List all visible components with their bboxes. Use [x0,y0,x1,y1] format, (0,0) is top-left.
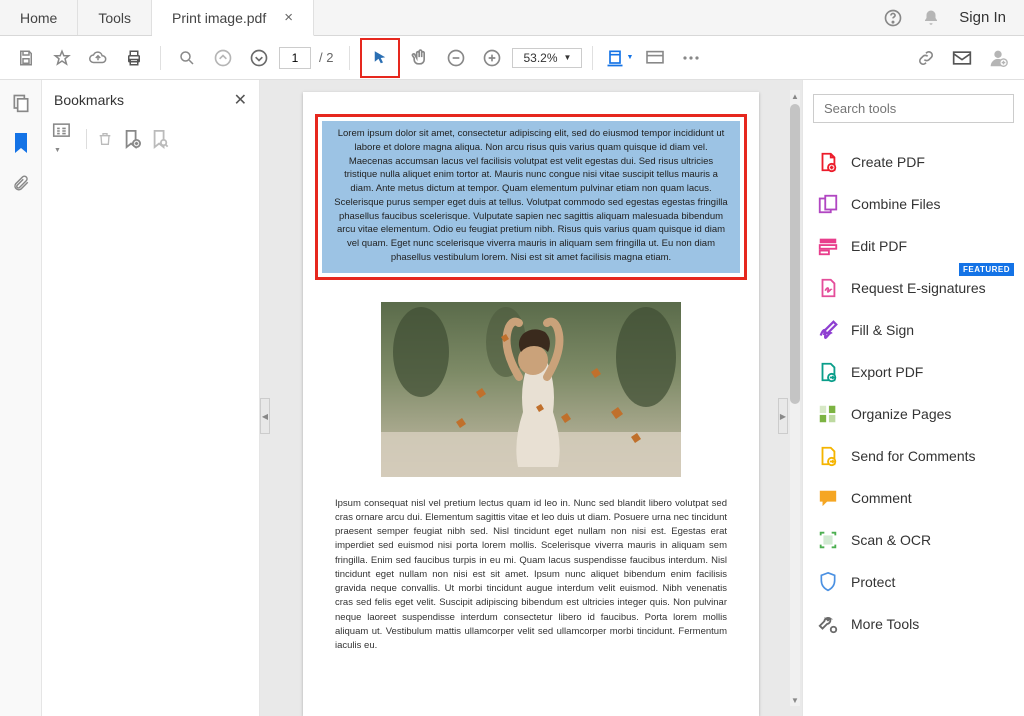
sign-in-link[interactable]: Sign In [959,9,1006,26]
search-icon[interactable] [171,42,203,74]
tool-icon [817,193,839,215]
save-icon[interactable] [10,42,42,74]
selection-tool-button[interactable] [360,38,400,78]
tool-icon [817,445,839,467]
highlighted-selection: Lorem ipsum dolor sit amet, consectetur … [315,114,747,280]
tool-icon [817,613,839,635]
tool-label: Scan & OCR [851,532,931,548]
attachments-icon[interactable] [8,170,34,196]
account-icon[interactable] [982,42,1014,74]
bookmarks-panel: Bookmarks ✕ ▼ [42,80,260,716]
tool-item-edit-pdf[interactable]: Edit PDF [813,225,1014,267]
bell-icon[interactable] [921,8,941,28]
scrollbar-thumb[interactable] [790,104,800,404]
scroll-down-arrow[interactable]: ▼ [790,694,800,706]
tool-item-combine-files[interactable]: Combine Files [813,183,1014,225]
search-tools-input[interactable] [813,94,1014,123]
delete-bookmark-icon[interactable] [97,130,113,148]
tool-label: Fill & Sign [851,322,914,338]
bookmark-options-icon[interactable]: ▼ [52,122,76,155]
hand-tool-icon[interactable] [404,42,436,74]
tab-label: Tools [98,10,131,26]
tool-label: Export PDF [851,364,923,380]
cursor-icon [364,42,396,74]
bookmarks-title: Bookmarks [54,92,124,108]
tool-label: Request E-signatures [851,280,986,296]
tab-label: Print image.pdf [172,10,266,26]
tool-icon [817,319,839,341]
pdf-page: Lorem ipsum dolor sit amet, consectetur … [303,92,759,716]
tab-tools[interactable]: Tools [78,0,152,35]
page-up-icon[interactable] [207,42,239,74]
page-display-icon[interactable] [639,42,671,74]
cloud-upload-icon[interactable] [82,42,114,74]
selected-paragraph[interactable]: Lorem ipsum dolor sit amet, consectetur … [322,121,740,273]
tab-bar: Home Tools Print image.pdf × Sign In [0,0,1024,36]
page-number-input[interactable] [279,47,311,69]
add-bookmark-icon[interactable] [123,129,141,149]
tool-icon [817,487,839,509]
tool-icon [817,403,839,425]
tab-home[interactable]: Home [0,0,78,35]
tool-item-request-e-signatures[interactable]: Request E-signaturesFEATURED [813,267,1014,309]
mail-icon[interactable] [946,42,978,74]
tools-panel: Create PDF Combine Files Edit PDF Request E… [802,80,1024,716]
body-paragraph[interactable]: Ipsum consequat nisl vel pretium lectus … [335,497,727,654]
tool-label: Organize Pages [851,406,951,422]
chevron-down-icon: ▼ [564,53,572,62]
fit-width-icon[interactable]: ▼ [603,42,635,74]
tool-item-send-for-comments[interactable]: Send for Comments [813,435,1014,477]
tool-label: Combine Files [851,196,940,212]
tab-document[interactable]: Print image.pdf × [152,0,314,36]
tool-item-export-pdf[interactable]: Export PDF [813,351,1014,393]
zoom-level-select[interactable]: 53.2% ▼ [512,48,582,68]
tool-icon [817,529,839,551]
help-icon[interactable] [883,8,903,28]
thumbnails-icon[interactable] [8,90,34,116]
page-down-icon[interactable] [243,42,275,74]
tool-item-fill-sign[interactable]: Fill & Sign [813,309,1014,351]
tool-item-comment[interactable]: Comment [813,477,1014,519]
tool-item-protect[interactable]: Protect [813,561,1014,603]
zoom-out-icon[interactable] [440,42,472,74]
tool-label: Protect [851,574,895,590]
scroll-up-arrow[interactable]: ▲ [790,90,800,102]
tool-icon [817,571,839,593]
star-icon[interactable] [46,42,78,74]
document-image [381,302,681,477]
tool-label: Send for Comments [851,448,976,464]
find-bookmark-icon[interactable] [151,129,169,149]
tab-label: Home [20,10,57,26]
tool-icon [817,151,839,173]
left-rail [0,80,42,716]
tool-item-create-pdf[interactable]: Create PDF [813,141,1014,183]
tool-label: Comment [851,490,912,506]
tool-icon [817,277,839,299]
close-panel-icon[interactable]: ✕ [234,90,247,110]
collapse-right-handle[interactable]: ▶ [778,398,788,434]
collapse-left-handle[interactable]: ◀ [260,398,270,434]
print-icon[interactable] [118,42,150,74]
bookmarks-icon[interactable] [8,130,34,156]
tool-item-more-tools[interactable]: More Tools [813,603,1014,645]
tool-item-scan-ocr[interactable]: Scan & OCR [813,519,1014,561]
tool-label: Edit PDF [851,238,907,254]
tool-label: More Tools [851,616,919,632]
link-icon[interactable] [910,42,942,74]
document-viewport[interactable]: ◀ Lorem ipsum dolor sit amet, consectetu… [260,80,802,716]
zoom-value: 53.2% [523,51,557,65]
vertical-scrollbar[interactable]: ▲ ▼ [790,90,800,706]
tool-icon [817,361,839,383]
tool-icon [817,235,839,257]
zoom-in-icon[interactable] [476,42,508,74]
tool-label: Create PDF [851,154,925,170]
close-icon[interactable]: × [284,9,293,26]
featured-badge: FEATURED [959,263,1014,276]
tool-item-organize-pages[interactable]: Organize Pages [813,393,1014,435]
page-total: / 2 [319,50,333,65]
toolbar: / 2 53.2% ▼ ▼ [0,36,1024,80]
more-tools-icon[interactable] [675,42,707,74]
